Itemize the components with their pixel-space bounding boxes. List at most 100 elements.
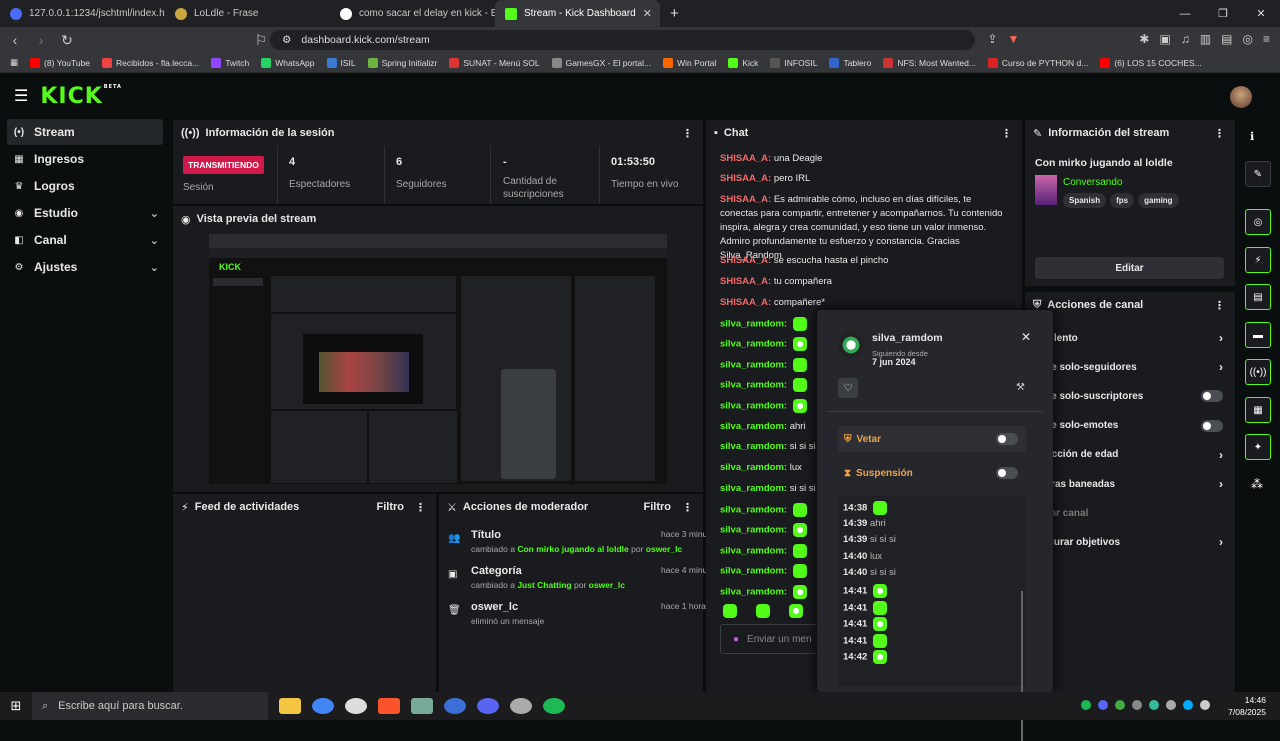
heart-icon[interactable]: ♡	[838, 378, 858, 398]
toggle-switch[interactable]	[1201, 419, 1223, 432]
chat-username[interactable]: SHISAA_A:	[720, 173, 771, 184]
chat-username[interactable]: silva_ramdom:	[720, 505, 787, 516]
tag-fps[interactable]: fps	[1110, 193, 1135, 208]
app-icon[interactable]	[411, 698, 433, 714]
more-icon[interactable]: ⋮	[1214, 127, 1225, 140]
document-icon[interactable]: ▤	[1245, 284, 1271, 310]
bookmark-item[interactable]: Recibidos - fla.lecca...	[102, 57, 199, 68]
chat-message[interactable]: SHISAA_A: Es admirable cómo, incluso en …	[720, 193, 1010, 263]
menu-icon[interactable]: ≡	[1263, 32, 1270, 46]
info-icon[interactable]: ℹ	[1250, 130, 1254, 143]
restore-icon[interactable]: ❐	[1204, 0, 1242, 27]
bookmark-item[interactable]: GamesGX - El portal...	[551, 57, 651, 68]
vpn-icon[interactable]: ◎	[1243, 32, 1253, 46]
chat-username[interactable]: silva_ramdom:	[720, 483, 787, 494]
chat-username[interactable]: SHISAA_A:	[720, 276, 771, 287]
wifi-icon[interactable]	[1183, 700, 1193, 710]
stream-preview-video[interactable]: KICK	[209, 234, 667, 492]
channel-action-item[interactable]: de solo-suscriptores	[1025, 386, 1235, 406]
menu-icon[interactable]: ☰	[14, 86, 28, 106]
bookmark-item[interactable]: SUNAT - Menú SOL	[449, 57, 540, 68]
filter-button[interactable]: Filtro	[377, 501, 405, 513]
channel-action-item[interactable]: ricción de edad ›	[1025, 445, 1235, 465]
emote-icon[interactable]	[723, 604, 737, 618]
close-tab-icon[interactable]: ✕	[643, 7, 652, 20]
sidebar-item-estudio[interactable]: ◉ Estudio ⌄	[7, 200, 163, 226]
microphone-icon[interactable]: ●	[733, 634, 739, 645]
more-icon[interactable]: ⋮	[682, 501, 693, 514]
sidebar-item-logros[interactable]: ♛ Logros	[7, 173, 163, 199]
category-name[interactable]: Conversando	[1063, 177, 1122, 188]
chat-username[interactable]: silva_ramdom:	[720, 380, 787, 391]
add-widget-icon[interactable]: ⁂	[1251, 477, 1263, 491]
browser-tab-active[interactable]: Stream - Kick Dashboard ✕	[495, 0, 660, 27]
kick-logo[interactable]: KICKBETA	[40, 84, 122, 109]
minimize-icon[interactable]: —	[1166, 0, 1204, 27]
bookmark-item[interactable]: WhatsApp	[261, 57, 315, 68]
chat-username[interactable]: silva_ramdom:	[720, 546, 787, 557]
channel-action-item[interactable]: de solo-emotes	[1025, 416, 1235, 436]
ban-toggle[interactable]	[996, 433, 1018, 445]
bookmark-item[interactable]: (6) LOS 15 COCHES...	[1100, 57, 1202, 68]
wallet-icon[interactable]: ▤	[1221, 32, 1232, 46]
avatar[interactable]	[1230, 86, 1252, 108]
bookmark-item[interactable]: NFS: Most Wanted...	[883, 57, 976, 68]
bookmark-item[interactable]: Win Portal	[663, 57, 716, 68]
chat-username[interactable]: SHISAA_A:	[720, 255, 771, 266]
chat-icon[interactable]: ▬	[1245, 322, 1271, 348]
sidebar-item-stream[interactable]: (•) Stream	[7, 119, 163, 145]
channel-action-item[interactable]: oras baneadas ›	[1025, 474, 1235, 494]
taskbar-search[interactable]: ⌕ Escribe aquí para buscar.	[32, 692, 268, 720]
layout-icon[interactable]: ▦	[1245, 397, 1271, 423]
extensions-icon[interactable]: ✱	[1139, 32, 1149, 46]
chat-username[interactable]: silva_ramdom:	[720, 525, 787, 536]
back-icon[interactable]: ‹	[4, 32, 26, 48]
edit-icon[interactable]: ✎	[1245, 161, 1271, 187]
broadcast-icon[interactable]: ((•))	[1245, 359, 1271, 385]
chat-username[interactable]: silva_ramdom:	[720, 319, 787, 330]
ban-row[interactable]: ⛨ Vetar	[838, 426, 1026, 452]
action-user[interactable]: oswer_lc	[589, 580, 625, 590]
close-icon[interactable]: ✕	[1021, 330, 1031, 344]
bookmark-item[interactable]: Curso de PYTHON d...	[987, 57, 1088, 68]
tag-gaming[interactable]: gaming	[1138, 193, 1179, 208]
volume-icon[interactable]	[1200, 700, 1210, 710]
bookmark-item[interactable]: (8) YouTube	[30, 57, 90, 68]
chat-message[interactable]: SHISAA_A: pero IRL	[720, 172, 1010, 186]
brave-shield-icon[interactable]: ▼	[1008, 32, 1020, 46]
windows-start-icon[interactable]: ⊞	[0, 698, 32, 714]
chevron-down-icon[interactable]: ⌄	[150, 261, 159, 274]
discord-tray-icon[interactable]	[1098, 700, 1108, 710]
chat-username[interactable]: SHISAA_A:	[720, 297, 771, 308]
channel-action-item[interactable]: de solo-seguidores ›	[1025, 357, 1235, 377]
filter-button[interactable]: Filtro	[644, 501, 672, 513]
timeout-toggle[interactable]	[996, 467, 1018, 479]
spotify-icon[interactable]	[543, 698, 565, 714]
chevron-down-icon[interactable]: ⌄	[150, 234, 159, 247]
forward-icon[interactable]: ›	[30, 32, 52, 48]
chat-message[interactable]: SHISAA_A: tu compañera	[720, 275, 1010, 289]
channel-action-item[interactable]: igurar objetivos ›	[1025, 532, 1235, 552]
url-bar[interactable]: ⚙ dashboard.kick.com/stream	[270, 30, 975, 50]
tray-icon[interactable]	[1132, 700, 1142, 710]
toggle-switch[interactable]	[1201, 390, 1223, 403]
chat-username[interactable]: silva_ramdom:	[720, 441, 787, 452]
channel-action-item[interactable]: ear canal	[1025, 503, 1235, 523]
wrench-icon[interactable]: ✦	[1245, 434, 1271, 460]
tray-icon[interactable]	[1166, 700, 1176, 710]
file-explorer-icon[interactable]	[279, 698, 301, 714]
chat-username[interactable]: silva_ramdom:	[720, 566, 787, 577]
share-icon[interactable]: ⇪	[987, 32, 997, 46]
bookmark-icon[interactable]: ⚐	[250, 32, 272, 49]
bookmark-item[interactable]: Tablero	[829, 57, 871, 68]
browser-tab[interactable]: LoLdle - Frase	[165, 0, 330, 27]
more-icon[interactable]: ⋮	[1001, 127, 1012, 140]
camera-icon[interactable]: ◎	[1245, 209, 1271, 235]
sidebar-item-ingresos[interactable]: ▦ Ingresos	[7, 146, 163, 172]
close-window-icon[interactable]: ✕	[1242, 0, 1280, 27]
apps-icon[interactable]: ▦	[10, 57, 18, 68]
bookmark-item[interactable]: Spring Initializr	[367, 57, 437, 68]
bookmark-item[interactable]: ISIL	[326, 57, 356, 68]
app-icon[interactable]	[345, 698, 367, 714]
reload-icon[interactable]: ↻	[56, 32, 78, 49]
